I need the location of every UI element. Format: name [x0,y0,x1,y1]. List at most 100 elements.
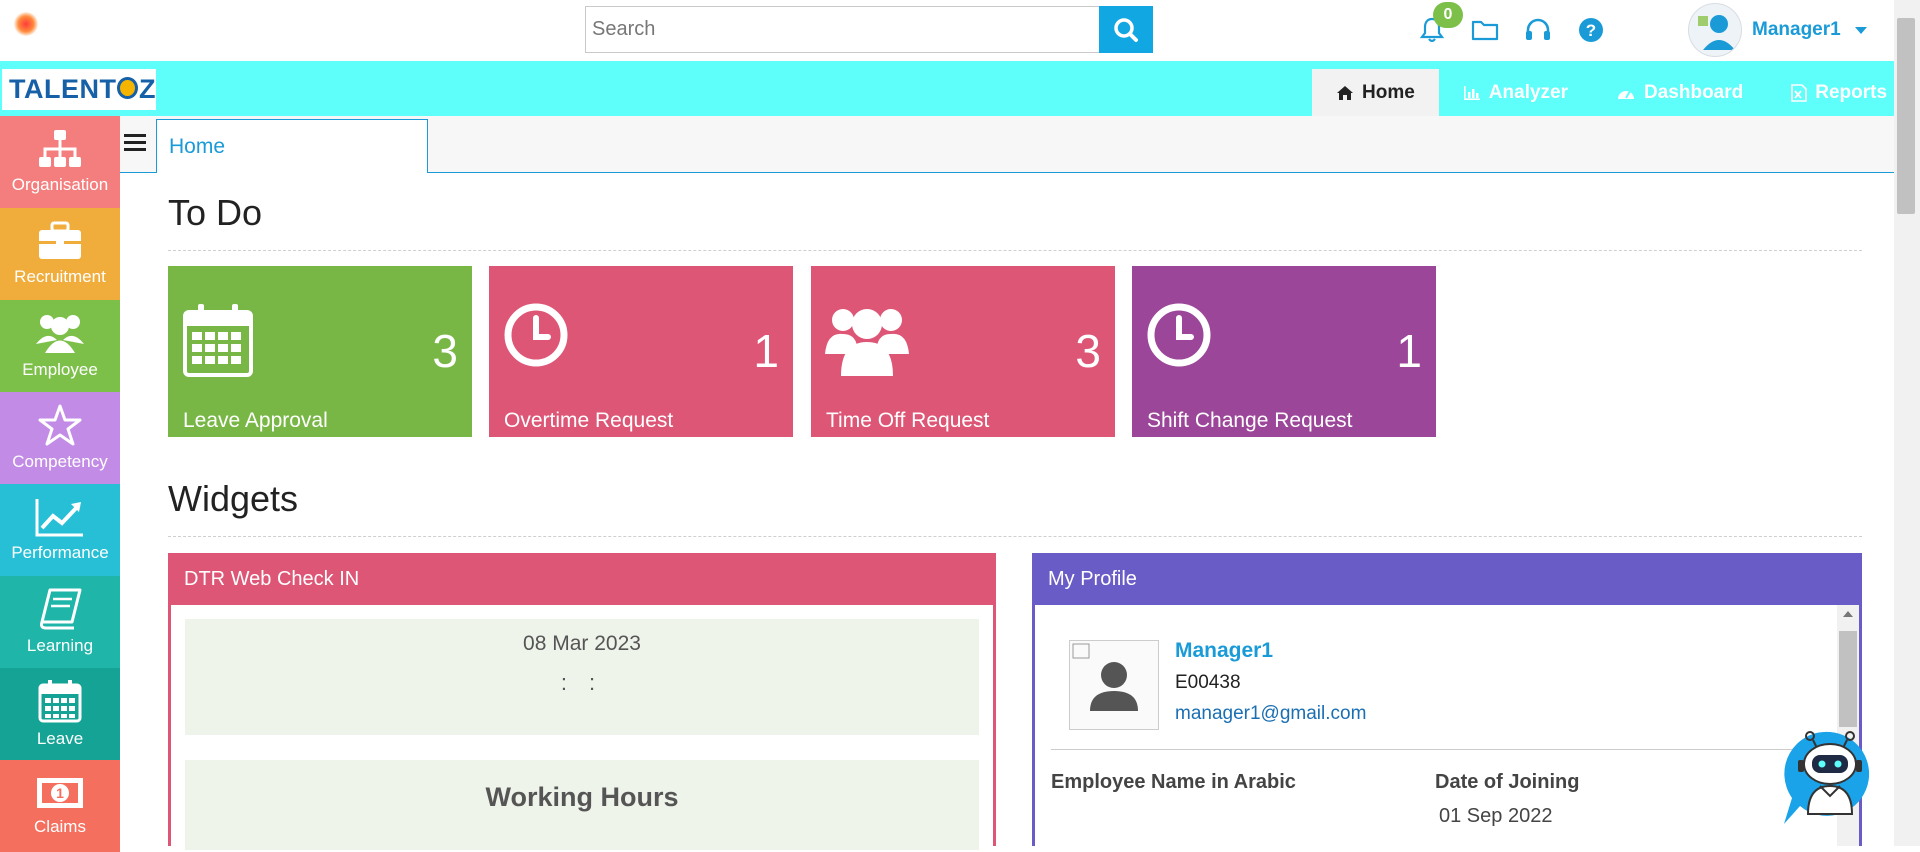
sidebar-item-label: Organisation [11,175,109,194]
sidebar-item-employee[interactable]: Employee [0,300,120,392]
sidebar-item-label: Recruitment [14,267,106,286]
home-icon [1337,85,1353,100]
widget-title: My Profile [1048,567,1137,590]
calendar-icon [38,680,82,723]
excel-icon [1791,83,1808,102]
nav-tab-label: Analyzer [1488,81,1568,103]
nav-tab-reports[interactable]: Reports [1767,69,1911,116]
widget-header: My Profile [1032,553,1862,615]
label-date-of-joining: Date of Joining [1435,771,1580,793]
top-icon-bar: 0 ? [1405,2,1617,50]
main-navbar: TALENT Z Home Analyzer Dashboard Reports [0,61,1894,116]
users-icon [825,309,909,376]
todo-card-leave-approval[interactable]: 3 Leave Approval [168,266,472,437]
todo-card-shift-change-request[interactable]: 1 Shift Change Request [1132,266,1436,437]
widget-body: 08 Mar 2023 : : Working Hours [168,605,996,850]
sidebar-item-competency[interactable]: Competency [0,392,120,484]
nav-tab-dashboard[interactable]: Dashboard [1592,69,1767,116]
search-input[interactable] [585,6,1099,53]
todo-count: 3 [1075,325,1101,377]
clock-icon [1147,303,1211,367]
todo-count: 1 [753,325,779,377]
profile-scrollbar-thumb[interactable] [1839,631,1857,727]
svg-text:?: ? [1585,21,1595,40]
clock-icon [504,303,568,367]
page-scrollbar-thumb[interactable] [1897,18,1915,214]
nav-tab-analyzer[interactable]: Analyzer [1439,69,1592,116]
sidebar-item-performance[interactable]: Performance [0,484,120,576]
profile-photo [1069,640,1159,730]
headset-icon [1525,18,1550,40]
widgets-divider [168,536,1862,537]
book-icon [40,588,82,630]
app-logo-icon [14,12,38,36]
profile-divider [1051,749,1831,750]
scroll-up-icon[interactable] [1837,605,1859,623]
folder-button[interactable] [1458,10,1511,50]
todo-label: Shift Change Request [1147,409,1353,432]
sidebar-item-recruitment[interactable]: Recruitment [0,208,120,300]
widget-dtr-check-in: DTR Web Check IN 08 Mar 2023 : : Working… [168,553,996,850]
module-sidebar: Organisation Recruitment Employee Compet… [0,116,120,852]
help-button[interactable]: ? [1564,10,1617,50]
widgets-title: Widgets [168,478,299,519]
main-content: To Do 3 Leave Approval 1 Overtime Reques… [120,174,1894,850]
page-scrollbar[interactable] [1894,0,1920,846]
todo-card-time-off-request[interactable]: 3 Time Off Request [811,266,1115,437]
profile-name-link[interactable]: Manager1 [1175,639,1273,663]
user-avatar-icon [1698,15,1735,50]
profile-employee-code: E00438 [1175,672,1241,693]
working-hours-label: Working Hours [485,782,679,812]
todo-label: Leave Approval [183,409,328,432]
content-tab-strip: Home [120,116,1894,173]
label-employee-name-arabic: Employee Name in Arabic [1051,771,1296,793]
tab-home[interactable]: Home [156,119,428,173]
brand-name-suffix: Z [139,74,156,104]
sidebar-item-label: Claims [34,817,86,836]
chevron-down-icon [1854,26,1867,34]
widget-body: Manager1 E00438 manager1@gmail.com Emplo… [1032,605,1862,846]
org-chart-icon [39,130,81,167]
sidebar-item-claims[interactable]: 1 Claims [0,760,120,852]
chatbot-robot-icon [1784,731,1870,824]
dashboard-icon [1618,90,1634,99]
profile-email-link[interactable]: manager1@gmail.com [1175,703,1366,725]
search-bar [585,6,1153,53]
user-name: Manager1 [1752,19,1841,40]
calendar-icon [183,304,253,377]
sidebar-item-label: Leave [36,729,84,748]
todo-label: Overtime Request [504,409,674,432]
users-icon [36,315,84,353]
brand-logo[interactable]: TALENT Z [2,69,156,110]
todo-divider [168,250,1862,251]
bar-chart-icon [1463,85,1480,100]
user-silhouette-icon [1072,643,1138,711]
search-button[interactable] [1099,6,1153,53]
user-menu[interactable]: Manager1 [1688,3,1867,57]
sidebar-item-organisation[interactable]: Organisation [0,116,120,208]
menu-toggle-icon[interactable] [124,130,152,158]
sidebar-item-label: Employee [22,360,98,379]
line-chart-icon [35,499,83,537]
sidebar-item-label: Competency [12,452,108,471]
todo-label: Time Off Request [826,409,990,432]
widget-header: DTR Web Check IN [168,553,996,615]
todo-title: To Do [168,192,263,233]
support-button[interactable] [1511,10,1564,50]
search-icon [1114,17,1138,42]
folder-icon [1471,20,1498,41]
nav-tabs: Home Analyzer Dashboard Reports [1312,69,1911,116]
sidebar-item-leave[interactable]: Leave [0,668,120,760]
nav-tab-home[interactable]: Home [1312,69,1439,116]
notifications-button[interactable]: 0 [1405,2,1463,50]
sidebar-item-learning[interactable]: Learning [0,576,120,668]
top-bar: 0 ? Mana [0,0,1920,61]
todo-count: 3 [432,325,458,377]
todo-card-overtime-request[interactable]: 1 Overtime Request [489,266,793,437]
money-icon: 1 [37,778,83,808]
help-icon: ? [1578,18,1603,42]
sidebar-item-label: Performance [11,543,109,562]
dtr-date-panel: 08 Mar 2023 : : [185,619,979,735]
brand-name: TALENT [9,74,117,104]
chatbot-button[interactable] [1780,724,1880,834]
